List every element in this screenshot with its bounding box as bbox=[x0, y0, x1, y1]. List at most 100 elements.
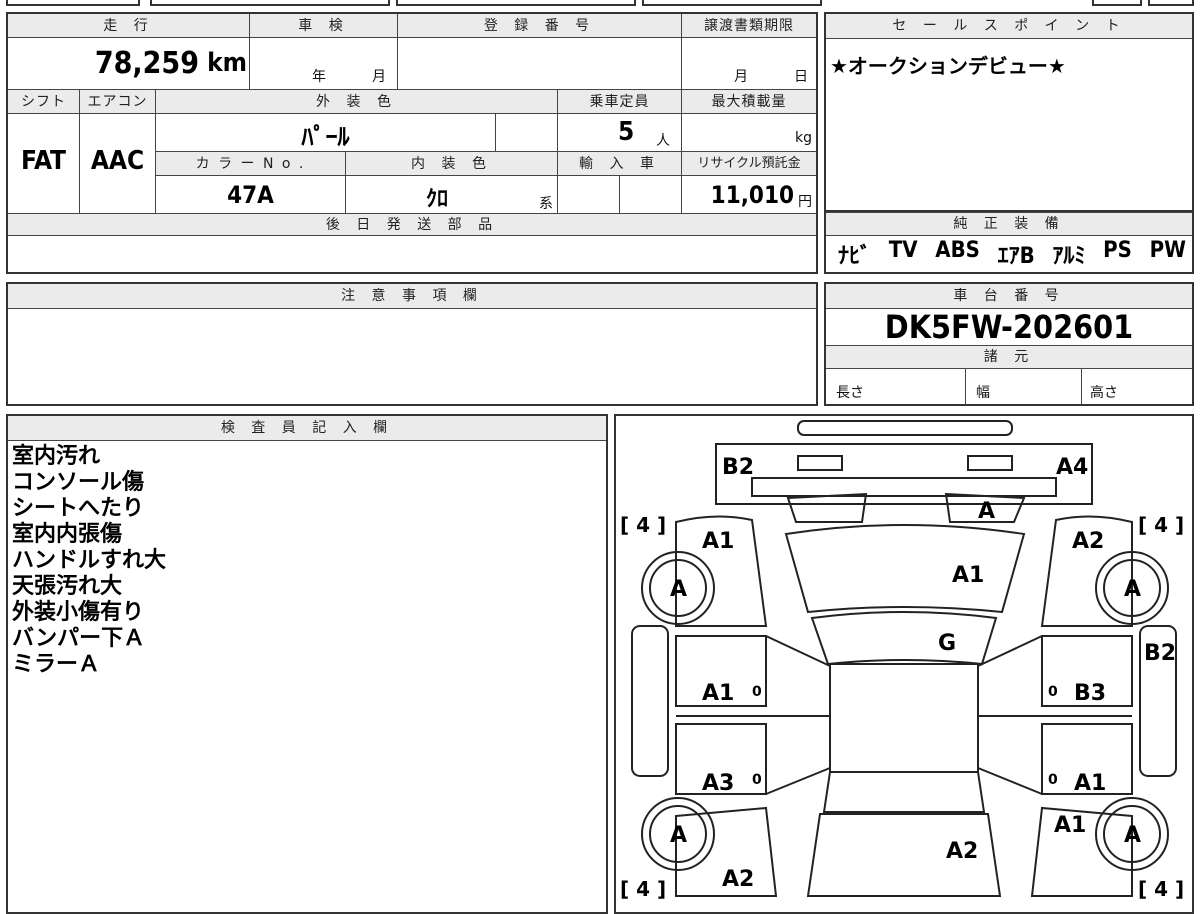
tire-label: A bbox=[670, 823, 687, 848]
capacity-label: 乗車定員 bbox=[558, 90, 682, 114]
equipment-item: ｱﾙﾐ bbox=[1052, 244, 1086, 269]
inspector-box: 検 査 員 記 入 欄 室内汚れ コンソール傷 シートへたり 室内内張傷 ハンド… bbox=[6, 414, 608, 914]
remark-line: ハンドルすれ大 bbox=[12, 548, 167, 573]
exterior-color-cell: ﾊﾟｰﾙ bbox=[156, 114, 496, 152]
import-label: 輸 入 車 bbox=[558, 152, 682, 176]
recycle-value: 11,010 bbox=[710, 181, 794, 209]
mileage-cell: 78,259 km bbox=[8, 38, 250, 90]
sales-point-box: セ ー ル ス ポ イ ン ト ★オークションデビュー★ bbox=[824, 12, 1194, 212]
max-load-cell: kg bbox=[682, 114, 816, 152]
capacity-value: 5 bbox=[618, 117, 635, 147]
equipment-item: ABS bbox=[935, 238, 980, 263]
tire-label: A bbox=[1124, 577, 1141, 602]
equipment-item: PW bbox=[1149, 238, 1186, 263]
zero-mark: 0 bbox=[1048, 772, 1058, 788]
interior-color-value: ｸﾛ bbox=[426, 187, 449, 212]
max-load-label: 最大積載量 bbox=[682, 90, 816, 114]
ac-label: エアコン bbox=[80, 90, 156, 114]
diagram-label: G bbox=[938, 631, 956, 656]
interior-color-cell: ｸﾛ 系 bbox=[346, 176, 558, 214]
chassis-box: 車 台 番 号 DK5FW-202601 諸 元 長さ 幅 高さ bbox=[824, 282, 1194, 406]
later-parts-area bbox=[8, 236, 816, 272]
diagram-label: A1 bbox=[1054, 813, 1086, 838]
diagram-label: B3 bbox=[1074, 681, 1106, 706]
top-strip bbox=[0, 0, 1200, 8]
tire-label: A bbox=[670, 577, 687, 602]
spec-width: 幅 bbox=[966, 368, 1082, 404]
remark-line: 室内内張傷 bbox=[12, 522, 123, 547]
diagram-label: A3 bbox=[702, 771, 734, 796]
spec-height: 高さ bbox=[1090, 385, 1118, 401]
spec-length: 長さ bbox=[826, 368, 966, 404]
shift-value: FAT bbox=[20, 146, 67, 176]
equipment-item: PS bbox=[1103, 238, 1132, 263]
mileage-label: 走 行 bbox=[8, 14, 250, 38]
tread-label: [ 4 ] bbox=[620, 877, 666, 901]
transfer-deadline-cell: 月 日 bbox=[682, 38, 816, 90]
color-no-label: カ ラ ー N o . bbox=[156, 152, 346, 176]
ac-value: AAC bbox=[90, 146, 145, 176]
diagram-label: B2 bbox=[1144, 641, 1176, 666]
sales-point-text: ★オークションデビュー★ bbox=[830, 54, 1066, 78]
remarks-list: 室内汚れ コンソール傷 シートへたり 室内内張傷 ハンドルすれ大 天張汚れ大 外… bbox=[12, 444, 166, 678]
remark-line: 外装小傷有り bbox=[12, 600, 145, 625]
chassis-number: DK5FW-202601 bbox=[826, 308, 1192, 346]
diagram-label: A4 bbox=[1056, 455, 1088, 480]
remark-line: バンパー下Ａ bbox=[12, 626, 146, 651]
equipment-label: 純 正 装 備 bbox=[826, 212, 1192, 236]
color-no-cell: 47A bbox=[156, 176, 346, 214]
exterior-color-label: 外 装 色 bbox=[156, 90, 558, 114]
remark-line: 天張汚れ大 bbox=[12, 574, 123, 599]
remark-line: 室内汚れ bbox=[12, 444, 101, 469]
damage-diagram-box: B2 A4 A A1 A2 A1 G B2 A1 B3 A3 A1 A1 A2 … bbox=[614, 414, 1194, 914]
equipment-item: TV bbox=[888, 238, 918, 263]
diagram-label: A2 bbox=[722, 867, 754, 892]
diagram-label: A1 bbox=[952, 563, 984, 588]
diagram-label: A1 bbox=[1074, 771, 1106, 796]
remark-line: ミラーＡ bbox=[12, 652, 101, 677]
diagram-label: A bbox=[978, 499, 995, 524]
mileage-unit: km bbox=[207, 48, 247, 78]
spec-label: 諸 元 bbox=[826, 346, 1192, 369]
zero-mark: 0 bbox=[1048, 684, 1058, 700]
sales-point-label: セ ー ル ス ポ イ ン ト bbox=[826, 14, 1192, 39]
color-no-value: 47A bbox=[227, 181, 274, 209]
vehicle-info-form: 走 行 車 検 登 録 番 号 譲渡書類期限 78,259 km 年 月 月 日… bbox=[6, 12, 818, 274]
import-cell-2 bbox=[620, 176, 682, 214]
equipment-item: ﾅﾋﾞ bbox=[838, 244, 872, 269]
exterior-color-extra bbox=[496, 114, 558, 152]
mileage-value: 78,259 bbox=[94, 46, 199, 81]
later-parts-label: 後 日 発 送 部 品 bbox=[8, 214, 816, 236]
shift-label: シフト bbox=[8, 90, 80, 114]
transfer-deadline-label: 譲渡書類期限 bbox=[682, 14, 816, 38]
diagram-label: A1 bbox=[702, 681, 734, 706]
chassis-label: 車 台 番 号 bbox=[826, 284, 1192, 309]
exterior-color-value: ﾊﾟｰﾙ bbox=[301, 123, 350, 151]
tread-label: [ 4 ] bbox=[620, 513, 666, 537]
inspection-cell: 年 月 bbox=[250, 38, 398, 90]
recycle-label: リサイクル預託金 bbox=[682, 152, 816, 176]
diagram-label: B2 bbox=[722, 455, 754, 480]
notes-box: 注 意 事 項 欄 bbox=[6, 282, 818, 406]
tire-label: A bbox=[1124, 823, 1141, 848]
equipment-item: ｴｱB bbox=[997, 244, 1035, 269]
notes-label: 注 意 事 項 欄 bbox=[8, 284, 816, 309]
remark-line: コンソール傷 bbox=[12, 470, 145, 495]
diagram-label: A2 bbox=[946, 839, 978, 864]
capacity-cell: 5 人 bbox=[558, 114, 682, 152]
equipment-box: 純 正 装 備 ﾅﾋﾞ TV ABS ｴｱB ｱﾙﾐ PS PW bbox=[824, 212, 1194, 274]
car-outline-diagram: B2 A4 A A1 A2 A1 G B2 A1 B3 A3 A1 A1 A2 … bbox=[620, 420, 1184, 901]
zero-mark: 0 bbox=[752, 772, 762, 788]
tread-label: [ 4 ] bbox=[1138, 877, 1184, 901]
interior-color-label: 内 装 色 bbox=[346, 152, 558, 176]
inspection-label: 車 検 bbox=[250, 14, 398, 38]
diagram-label: A2 bbox=[1072, 529, 1104, 554]
registration-cell bbox=[398, 38, 682, 90]
tread-label: [ 4 ] bbox=[1138, 513, 1184, 537]
equipment-list: ﾅﾋﾞ TV ABS ｴｱB ｱﾙﾐ PS PW bbox=[838, 238, 1186, 270]
diagram-label: A1 bbox=[702, 529, 734, 554]
shift-cell: FAT bbox=[8, 114, 80, 214]
import-cell-1 bbox=[558, 176, 620, 214]
inspector-label: 検 査 員 記 入 欄 bbox=[8, 416, 606, 441]
remark-line: シートへたり bbox=[12, 496, 145, 521]
